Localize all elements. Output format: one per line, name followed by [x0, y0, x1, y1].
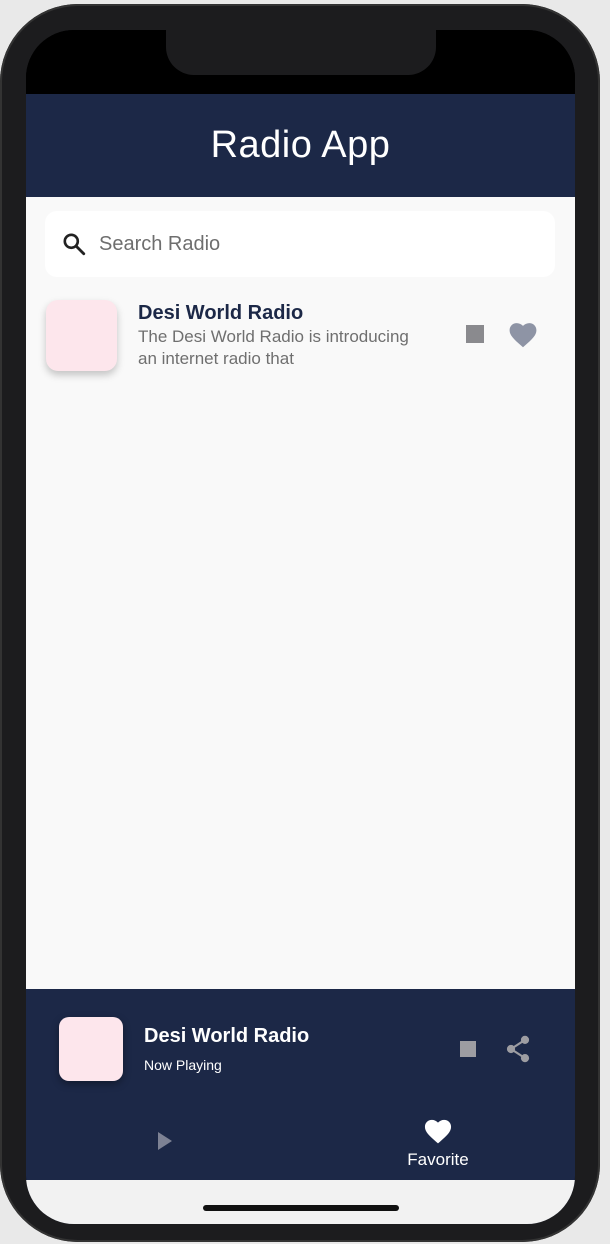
station-description: The Desi World Radio is introducing an i… [138, 327, 409, 368]
station-name: Desi World Radio [138, 302, 304, 324]
search-bar[interactable] [45, 211, 555, 277]
player-thumbnail [59, 1017, 123, 1081]
station-list-area: Desi World Radio The Desi World Radio is… [26, 197, 575, 989]
search-icon [63, 233, 86, 256]
player-title: Desi World Radio [144, 1025, 310, 1047]
heart-icon [424, 1119, 452, 1144]
home-indicator[interactable] [203, 1205, 399, 1211]
app-bar: Radio App [26, 94, 575, 197]
player-status: Now Playing [144, 1057, 222, 1073]
app-title: Radio App [210, 124, 391, 166]
notch [166, 30, 436, 75]
screen: Radio App Desi World Radio The Desi Worl… [26, 30, 575, 1224]
share-icon[interactable] [505, 1035, 531, 1063]
play-icon[interactable] [157, 1132, 173, 1150]
nav-item-favorite[interactable]: Favorite [398, 1119, 478, 1170]
heart-icon[interactable] [509, 322, 537, 348]
phone-frame: Radio App Desi World Radio The Desi Worl… [0, 4, 600, 1242]
list-item[interactable]: Desi World Radio The Desi World Radio is… [46, 300, 556, 372]
stop-icon[interactable] [466, 325, 484, 343]
stop-icon[interactable] [460, 1041, 476, 1057]
station-thumbnail [46, 300, 117, 371]
home-indicator-area [26, 1180, 575, 1224]
nav-label-favorite: Favorite [407, 1150, 469, 1169]
side-button [590, 242, 598, 372]
search-input[interactable] [97, 231, 521, 257]
